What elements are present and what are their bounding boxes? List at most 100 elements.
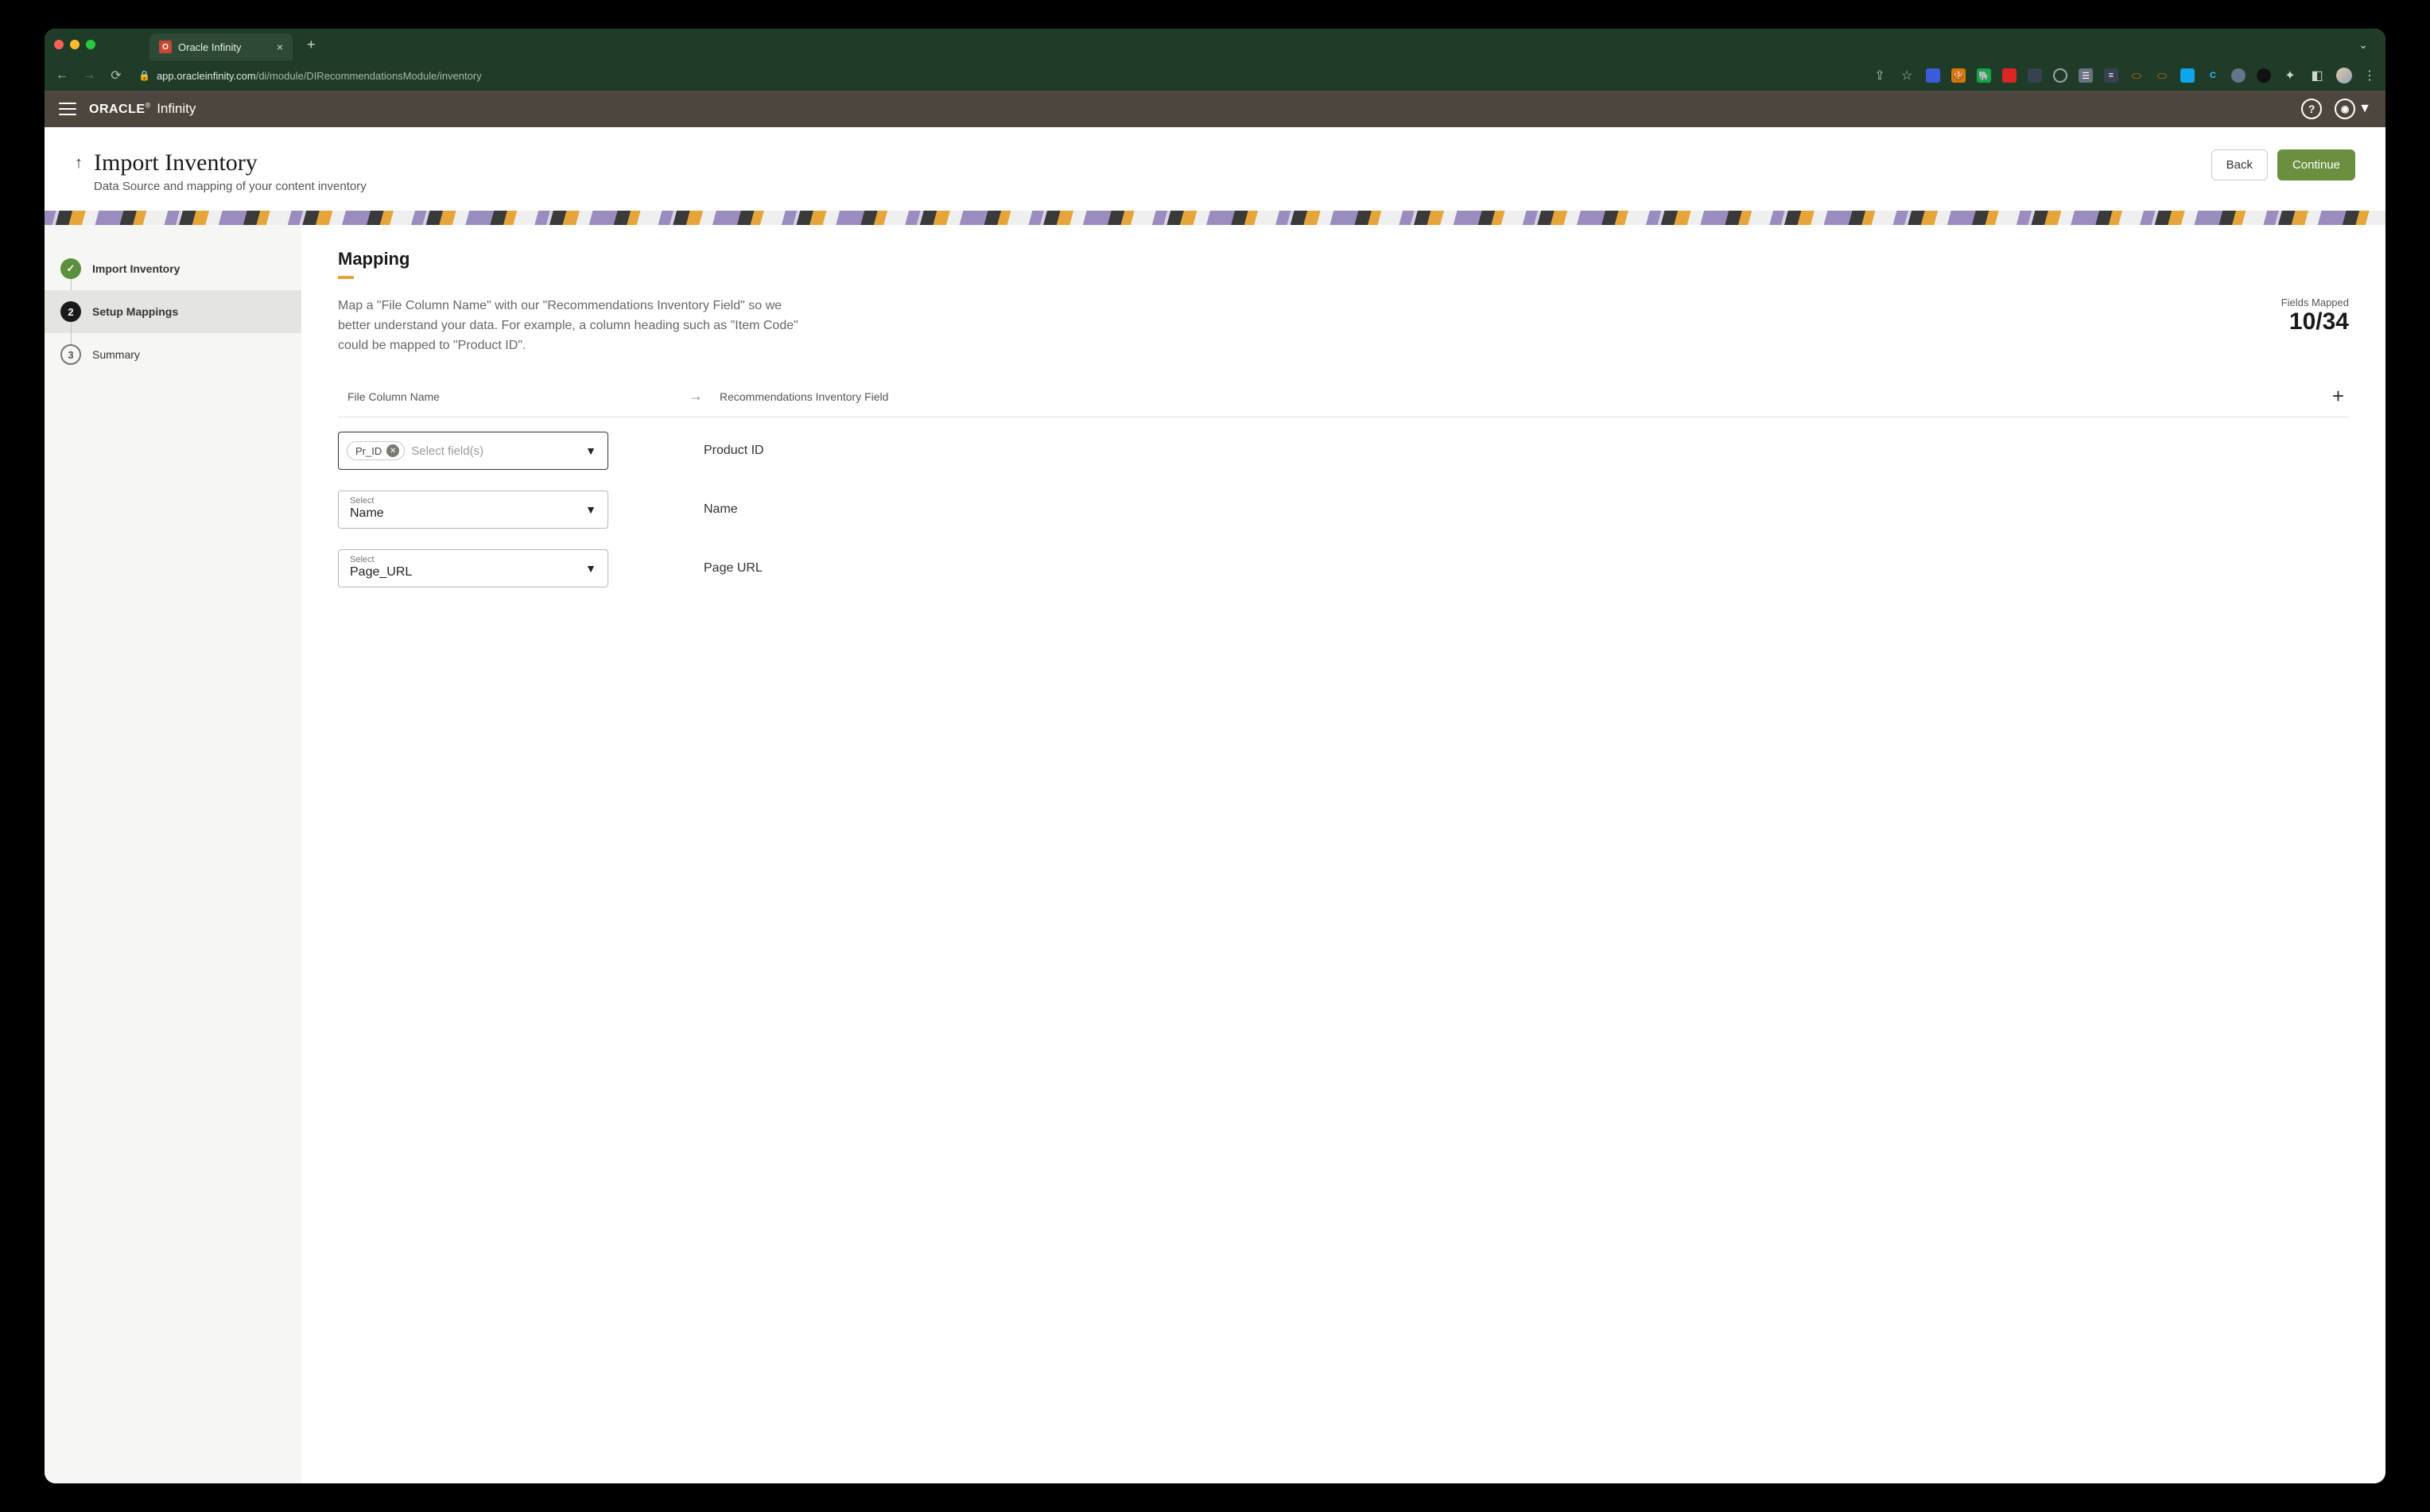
share-icon[interactable]: ⇪	[1872, 68, 1888, 83]
select-value: Name	[350, 506, 384, 521]
tabs-overflow-button[interactable]: ⌄	[2350, 33, 2376, 56]
nav-back-icon[interactable]: ←	[54, 68, 70, 83]
extensions-icon[interactable]: ✦	[2282, 68, 2298, 83]
step-summary[interactable]: 3 Summary	[45, 333, 301, 376]
step-number: 2	[60, 301, 81, 322]
target-field: Page URL	[704, 561, 763, 576]
chevron-down-icon: ▼	[585, 444, 596, 457]
brand-oracle: ORACLE®	[89, 101, 150, 117]
menu-icon[interactable]	[59, 103, 76, 115]
counter-label: Fields Mapped	[2281, 297, 2349, 308]
new-tab-button[interactable]: +	[299, 37, 324, 53]
url-path: /di/module/DIRecommendationsModule/inven…	[256, 70, 482, 82]
chevron-down-icon: ▼	[585, 503, 596, 516]
extension-icon[interactable]: 🐘	[1977, 68, 1991, 83]
check-icon: ✓	[60, 258, 81, 279]
page-back-icon[interactable]: ↑	[75, 154, 83, 173]
chevron-down-icon: ▼	[2358, 102, 2371, 116]
chevron-down-icon: ▼	[585, 562, 596, 575]
extension-icon[interactable]: ☰	[2079, 68, 2093, 83]
app-header: ORACLE® Infinity ? ◉ ▼	[45, 91, 2385, 127]
extension-icon[interactable]: ⬭	[2155, 68, 2169, 83]
extension-icon[interactable]	[2028, 68, 2042, 83]
counter-value: 10/34	[2281, 308, 2349, 335]
step-label: Summary	[92, 348, 140, 361]
extension-icon[interactable]	[2180, 68, 2195, 83]
browser-tabbar: O Oracle Infinity × + ⌄	[45, 29, 2385, 60]
tab-close-icon[interactable]: ×	[277, 41, 283, 53]
target-field: Name	[704, 502, 738, 517]
step-label: Import Inventory	[92, 262, 180, 275]
main-content: Mapping Map a "File Column Name" with ou…	[301, 225, 2385, 1483]
address-bar[interactable]: 🔒 app.oracleinfinity.com/di/module/DIRec…	[135, 70, 482, 82]
page-actions: Back Continue	[2211, 149, 2355, 180]
page-titles: Import Inventory Data Source and mapping…	[94, 149, 367, 193]
user-menu[interactable]: ◉ ▼	[2335, 99, 2371, 119]
browser-toolbar: ← → ⟳ 🔒 app.oracleinfinity.com/di/module…	[45, 60, 2385, 91]
extension-icon[interactable]: ⬭	[2129, 68, 2144, 83]
chip-label: Pr_ID	[355, 445, 382, 457]
browser-menu-icon[interactable]: ⋮	[2363, 68, 2376, 83]
step-import-inventory[interactable]: ✓ Import Inventory	[45, 247, 301, 290]
help-icon[interactable]: ?	[2301, 99, 2322, 119]
fields-mapped-counter: Fields Mapped 10/34	[2281, 297, 2349, 335]
extension-icon[interactable]	[2231, 68, 2246, 83]
decorative-stripe	[45, 211, 2385, 225]
continue-button[interactable]: Continue	[2277, 149, 2355, 180]
nav-forward-icon[interactable]: →	[81, 68, 97, 83]
select-value: Page_URL	[350, 565, 412, 580]
select-label: Select	[350, 555, 375, 564]
browser-window: O Oracle Infinity × + ⌄ ← → ⟳ 🔒 app.orac…	[45, 29, 2385, 1483]
step-label: Setup Mappings	[92, 305, 178, 318]
field-select-multi[interactable]: Pr_ID ✕ Select field(s) ▼	[338, 432, 608, 470]
column-header-target: Recommendations Inventory Field	[720, 390, 2327, 403]
select-label: Select	[350, 496, 375, 506]
field-select[interactable]: Select Name ▼	[338, 490, 608, 529]
page-header: ↑ Import Inventory Data Source and mappi…	[45, 127, 2385, 211]
mapping-rows: Pr_ID ✕ Select field(s) ▼ Product ID Sel…	[338, 432, 2349, 587]
back-button[interactable]: Back	[2211, 149, 2268, 180]
extension-icon[interactable]	[2002, 68, 2017, 83]
mapping-row: Select Name ▼ Name	[338, 490, 2349, 529]
mapping-row: Select Page_URL ▼ Page URL	[338, 549, 2349, 587]
browser-tab[interactable]: O Oracle Infinity ×	[149, 33, 293, 60]
column-header-source: File Column Name	[338, 390, 672, 403]
toolbar-right: ⇪ ☆ 🍪 🐘 ☰ ≡ ⬭ ⬭ C ✦ ◧ ⋮	[1872, 68, 2376, 83]
page-title: Import Inventory	[94, 149, 367, 176]
add-mapping-button[interactable]: +	[2327, 384, 2349, 409]
step-number: 3	[60, 344, 81, 365]
page-body: ✓ Import Inventory 2 Setup Mappings 3 Su…	[45, 225, 2385, 1483]
chip-remove-icon[interactable]: ✕	[386, 444, 399, 457]
url-host: app.oracleinfinity.com	[157, 70, 256, 82]
window-maximize[interactable]	[86, 40, 95, 49]
extension-icon[interactable]: C	[2206, 68, 2220, 83]
section-heading: Mapping	[338, 249, 2349, 269]
tab-title: Oracle Infinity	[178, 41, 241, 53]
extension-icon[interactable]	[2053, 68, 2067, 83]
extension-icon[interactable]: 🍪	[1951, 68, 1966, 83]
target-field: Product ID	[704, 444, 764, 458]
column-headers: File Column Name → Recommendations Inven…	[338, 384, 2349, 417]
window-minimize[interactable]	[70, 40, 80, 49]
nav-reload-icon[interactable]: ⟳	[108, 68, 124, 83]
field-select[interactable]: Select Page_URL ▼	[338, 549, 608, 587]
brand-product: Infinity	[157, 101, 196, 117]
window-close[interactable]	[54, 40, 64, 49]
page-subtitle: Data Source and mapping of your content …	[94, 180, 367, 193]
sidepanel-icon[interactable]: ◧	[2309, 68, 2325, 83]
wizard-sidebar: ✓ Import Inventory 2 Setup Mappings 3 Su…	[45, 225, 301, 1483]
brand: ORACLE® Infinity	[89, 101, 196, 117]
profile-avatar[interactable]	[2336, 68, 2352, 83]
mapping-row: Pr_ID ✕ Select field(s) ▼ Product ID	[338, 432, 2349, 470]
select-placeholder: Select field(s)	[411, 444, 483, 458]
tab-favicon: O	[159, 41, 172, 53]
extension-icon[interactable]	[2257, 68, 2271, 83]
heading-accent	[338, 276, 354, 279]
section-description: Map a "File Column Name" with our "Recom…	[338, 297, 799, 355]
arrow-right-icon: →	[672, 388, 720, 405]
extension-icon[interactable]: ≡	[2104, 68, 2118, 83]
step-setup-mappings[interactable]: 2 Setup Mappings	[45, 290, 301, 333]
extension-icon[interactable]	[1926, 68, 1940, 83]
url-text: app.oracleinfinity.com/di/module/DIRecom…	[157, 70, 482, 82]
bookmark-icon[interactable]: ☆	[1899, 68, 1915, 83]
